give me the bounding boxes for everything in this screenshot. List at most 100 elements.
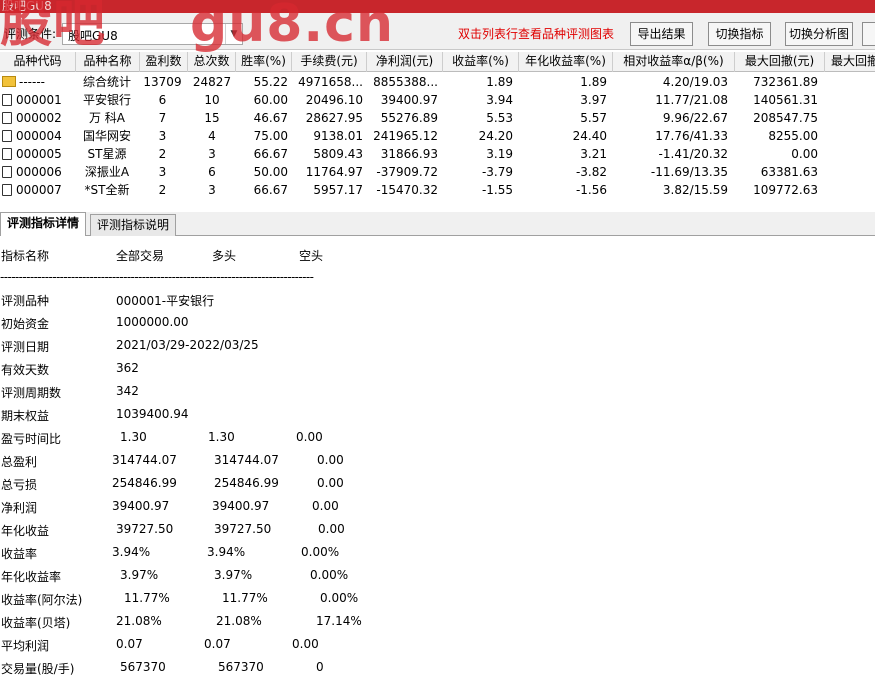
table-row[interactable]: 000004 国华网安 3 4 75.00 9138.01 241965.12 24.20 24… — [0, 128, 875, 146]
cell-profit: 8855388... — [373, 75, 438, 89]
cell-annual: 3.21 — [580, 147, 607, 161]
col-drawdown-2[interactable]: 最大回撤 — [825, 52, 875, 72]
cell-code-text: 000007 — [16, 183, 62, 197]
cell-name: 综合统计 — [82, 75, 131, 89]
tab-explain[interactable]: 评测指标说明 — [90, 214, 176, 236]
export-button[interactable]: 导出结果 — [630, 22, 693, 46]
cell-total: 24827 — [192, 75, 232, 89]
cell-relative: 17.76/41.33 — [655, 129, 728, 143]
cell-code-text: 000002 — [16, 111, 62, 125]
cell-fee: 9138.01 — [313, 129, 363, 143]
detail-separator: ----------------------------------------… — [0, 270, 314, 284]
table-row[interactable]: 000007 *ST全新 2 3 66.67 5957.17 -15470.32 -1.55 -… — [0, 182, 875, 200]
col-wins[interactable]: 盈利数 — [140, 52, 188, 72]
cell-drawdown: 140561.31 — [753, 93, 818, 107]
detail-panel: 指标名称 全部交易 多头 空头 ------------------------… — [0, 236, 875, 677]
toolbar: 评测条件: 股吧GU8 ▼ 双击列表行查看品种评测图表 导出结果 切换指标 切换… — [0, 13, 875, 50]
cell-yield: 3.94 — [486, 93, 513, 107]
cell-win-rate: 75.00 — [253, 129, 288, 143]
cell-code: 000005 — [2, 146, 76, 164]
metric-label: 收益率(贝塔) — [1, 616, 71, 630]
metric-short: 0.00 — [317, 476, 344, 490]
cell-yield: 5.53 — [486, 111, 513, 125]
table-row[interactable]: 000002 万 科A 7 15 46.67 28627.95 55276.89 5.53 5.… — [0, 110, 875, 128]
metric-short: 0.00 — [318, 522, 345, 536]
cell-code: 000002 — [2, 110, 76, 128]
metric-label: 总亏损 — [1, 478, 38, 492]
col-drawdown[interactable]: 最大回撤(元) — [735, 52, 825, 72]
summary-folder-icon — [2, 76, 16, 87]
cell-profit: 241965.12 — [373, 129, 438, 143]
metric-label: 交易量(股/手) — [1, 662, 75, 676]
detail-header-short: 空头 — [299, 249, 324, 263]
cell-relative: -1.41/20.32 — [658, 147, 728, 161]
document-icon — [2, 112, 12, 124]
metric-label: 收益率(阿尔法) — [1, 593, 83, 607]
cell-yield: 24.20 — [478, 129, 513, 143]
cell-name: 国华网安 — [82, 129, 131, 143]
table-row[interactable]: 000006 深振业A 3 6 50.00 11764.97 -37909.72 -3.79 -… — [0, 164, 875, 182]
table-row-partial[interactable] — [0, 200, 875, 204]
switch-indicator-button[interactable]: 切换指标 — [708, 22, 771, 46]
col-win-rate[interactable]: 胜率(%) — [236, 52, 292, 72]
info-label: 初始资金 — [1, 317, 50, 331]
metric-all: 39727.50 — [116, 522, 174, 536]
info-value: 2021/03/29-2022/03/25 — [116, 338, 259, 352]
cell-wins: 2 — [158, 147, 167, 161]
tab-detail[interactable]: 评测指标详情 — [0, 212, 86, 237]
col-yield[interactable]: 收益率(%) — [443, 52, 519, 72]
condition-select[interactable]: 股吧GU8 ▼ — [62, 23, 243, 45]
chevron-down-icon[interactable]: ▼ — [225, 24, 242, 44]
overflow-button[interactable] — [862, 22, 875, 46]
col-total[interactable]: 总次数 — [188, 52, 236, 72]
cell-profit: -15470.32 — [376, 183, 438, 197]
cell-annual: 5.57 — [580, 111, 607, 125]
col-code[interactable]: 品种代码 — [0, 52, 76, 72]
cell-relative: 11.77/21.08 — [655, 93, 728, 107]
switch-chart-button[interactable]: 切换分析图 — [785, 22, 853, 46]
metric-short: 0.00% — [320, 591, 359, 605]
col-fee[interactable]: 手续费(元) — [292, 52, 367, 72]
metric-long: 1.30 — [208, 430, 235, 444]
metric-short: 17.14% — [316, 614, 362, 628]
cell-name: 万 科A — [88, 111, 126, 125]
cell-name: 深振业A — [84, 165, 130, 179]
metric-all: 3.94% — [112, 545, 151, 559]
hint-text: 双击列表行查看品种评测图表 — [458, 27, 615, 41]
info-label: 评测品种 — [1, 294, 50, 308]
cell-relative: -11.69/13.35 — [650, 165, 728, 179]
cell-code: 000007 — [2, 182, 76, 200]
info-label: 有效天数 — [1, 363, 50, 377]
table-row[interactable]: 000005 ST星源 2 3 66.67 5809.43 31866.93 3.19 3.21… — [0, 146, 875, 164]
info-value: 1039400.94 — [116, 407, 189, 421]
metric-long: 21.08% — [216, 614, 262, 628]
table-row[interactable]: ------ 综合统计 13709 24827 55.22 4971658... 88553… — [0, 74, 875, 92]
cell-annual: 24.40 — [572, 129, 607, 143]
cell-wins: 13709 — [143, 75, 182, 89]
cell-annual: -3.82 — [575, 165, 607, 179]
cell-total: 15 — [204, 111, 220, 125]
detail-header-all: 全部交易 — [116, 249, 165, 263]
metric-all: 567370 — [120, 660, 166, 674]
cell-win-rate: 60.00 — [253, 93, 288, 107]
table-row[interactable]: 000001 平安银行 6 10 60.00 20496.10 39400.97 3.94 3.… — [0, 92, 875, 110]
title-bar: 股吧GU8 — [0, 0, 875, 13]
cell-wins: 3 — [158, 165, 167, 179]
metric-long: 3.97% — [214, 568, 253, 582]
cell-code: 000006 — [2, 164, 76, 182]
document-icon — [2, 166, 12, 178]
cell-win-rate: 66.67 — [253, 183, 288, 197]
metric-all: 21.08% — [116, 614, 162, 628]
cell-code: ------ — [2, 74, 76, 92]
detail-header-long: 多头 — [212, 249, 237, 263]
col-annual[interactable]: 年化收益率(%) — [519, 52, 613, 72]
metric-label: 净利润 — [1, 501, 38, 515]
metric-long: 0.07 — [204, 637, 231, 651]
document-icon — [2, 184, 12, 196]
metric-label: 年化收益率 — [1, 570, 62, 584]
col-profit[interactable]: 净利润(元) — [367, 52, 443, 72]
col-name[interactable]: 品种名称 — [76, 52, 140, 72]
metric-label: 总盈利 — [1, 455, 38, 469]
metric-label: 平均利润 — [1, 639, 50, 653]
col-relative[interactable]: 相对收益率α/β(%) — [613, 52, 735, 72]
